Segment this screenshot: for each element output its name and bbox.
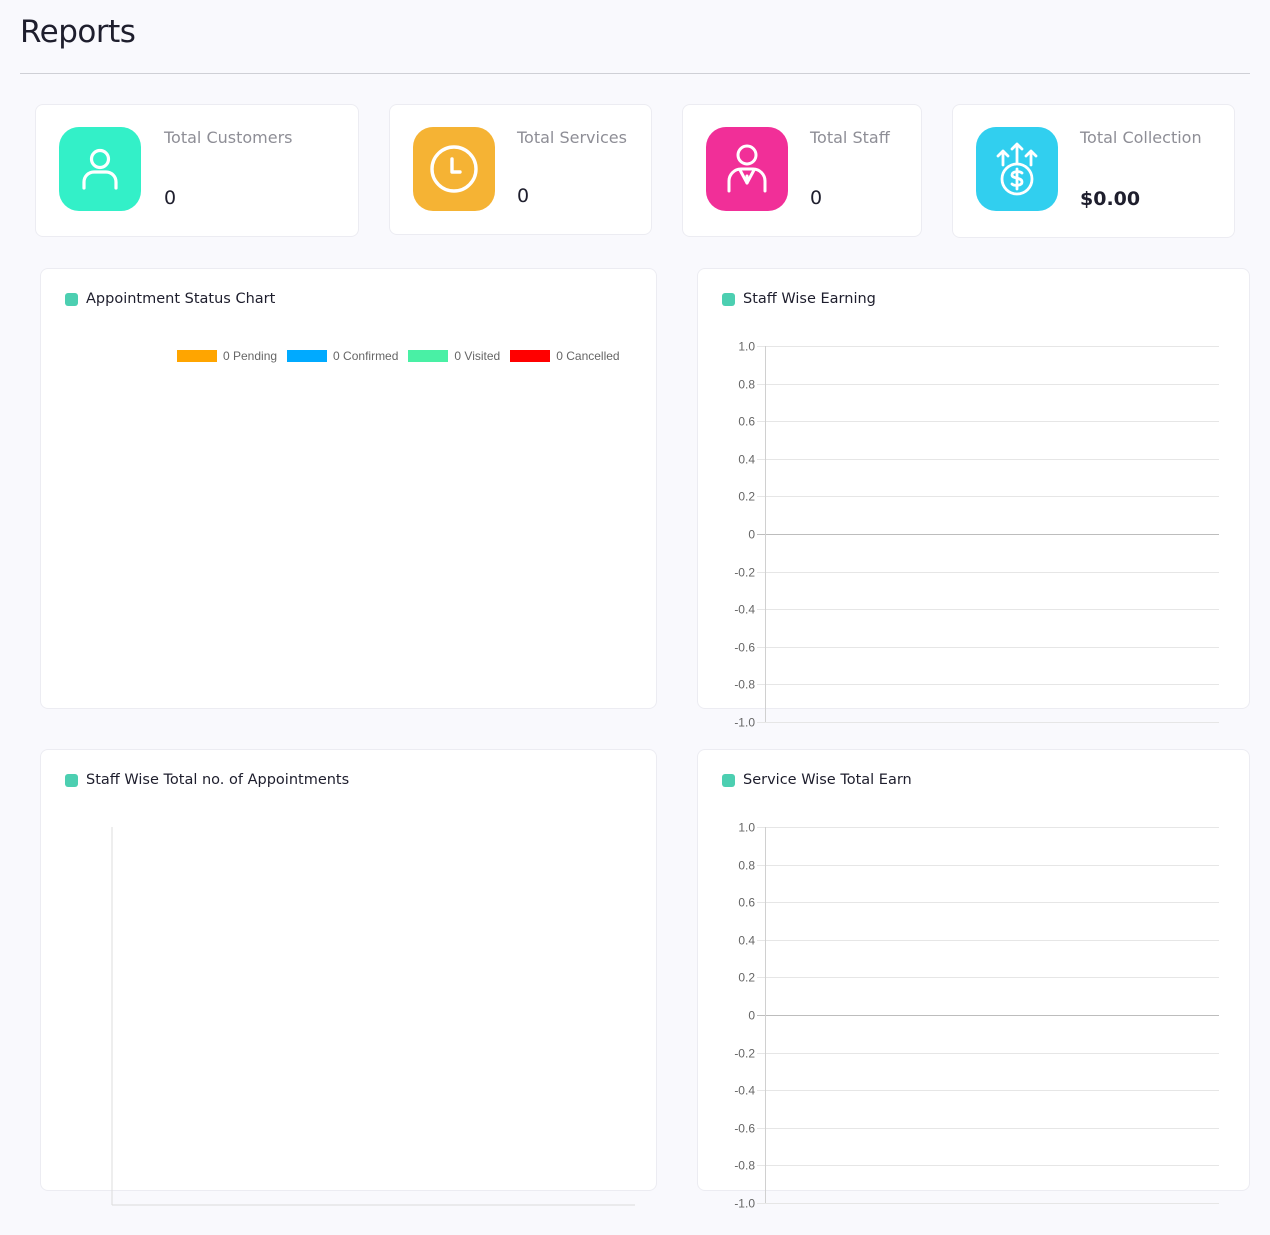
legend-swatch — [287, 350, 328, 362]
y-tick-label: 0.4 — [738, 453, 755, 467]
y-tick-label: 0.8 — [738, 859, 755, 873]
panel-title: Appointment Status Chart — [65, 291, 275, 307]
y-tick-label: -0.6 — [734, 641, 755, 655]
stat-card-collection: Total Collection $0.00 — [952, 104, 1235, 238]
legend-swatch — [408, 350, 449, 362]
service-earn-chart: 1.0 0.8 0.6 0.4 0.2 0 -0.2 -0.4 -0.6 -0.8 -1.0 — [734, 821, 1219, 1211]
y-tick-label: 1.0 — [738, 821, 755, 835]
staff-earning-panel: Staff Wise Earning 1.0 0.8 0.6 0.4 0.2 0 -0.2-… — [697, 268, 1250, 730]
stat-card-services: Total Services 0 — [389, 104, 652, 235]
staff-appointments-chart — [111, 827, 635, 1206]
title-divider — [20, 73, 1250, 74]
y-tick-label: 0 — [748, 528, 755, 542]
stat-label: Total Staff — [810, 128, 890, 147]
stat-label: Total Customers — [164, 128, 293, 147]
page-title: Reports — [20, 14, 136, 50]
y-tick-label: -0.8 — [734, 1159, 755, 1173]
legend-item-confirmed[interactable]: 0 Confirmed — [287, 349, 398, 363]
staff-earning-chart: 1.0 0.8 0.6 0.4 0.2 0 -0.2 -0.4 -0.6 -0.8 -1.0 — [734, 340, 1219, 730]
stat-card-customers: Total Customers 0 — [35, 104, 359, 237]
legend-label: 0 Visited — [454, 349, 501, 363]
y-tick-label: -1.0 — [734, 716, 755, 730]
legend-item-pending[interactable]: 0 Pending — [177, 349, 277, 363]
chart-legend: 0 Pending 0 Confirmed 0 Visited 0 Cancel… — [177, 349, 630, 363]
y-tick-label: -1.0 — [734, 1197, 755, 1211]
legend-swatch — [510, 350, 551, 362]
y-tick-label: 0.8 — [738, 378, 755, 392]
legend-label: 0 Pending — [223, 349, 278, 363]
y-tick-label: -0.6 — [734, 1122, 755, 1136]
stat-value: 0 — [164, 187, 177, 209]
panel-marker — [65, 292, 78, 306]
y-tick-label: 0.6 — [738, 896, 755, 910]
stat-value: 0 — [810, 187, 823, 209]
service-earn-panel: Service Wise Total Earn 1.0 0.8 0.6 0.4 0.2 0… — [697, 749, 1250, 1211]
legend-item-visited[interactable]: 0 Visited — [408, 349, 500, 363]
staff-icon — [706, 127, 788, 211]
y-tick-label: 0.2 — [738, 490, 755, 504]
appointment-status-panel: Appointment Status Chart 0 Pending 0 Con… — [40, 268, 657, 709]
y-tick-label: 0.4 — [738, 934, 755, 948]
clock-icon — [413, 127, 495, 211]
panel-title-text: Appointment Status Chart — [86, 291, 276, 307]
y-tick-label: -0.4 — [734, 1084, 755, 1098]
y-tick-label: -0.2 — [734, 566, 755, 580]
y-tick-label: 0 — [748, 1009, 755, 1023]
stat-value: 0 — [517, 185, 530, 207]
legend-label: 0 Cancelled — [556, 349, 620, 363]
y-tick-label: -0.2 — [734, 1047, 755, 1061]
stat-label: Total Services — [517, 128, 627, 147]
stat-value: $0.00 — [1080, 188, 1141, 210]
legend-item-cancelled[interactable]: 0 Cancelled — [510, 349, 620, 363]
y-tick-label: -0.4 — [734, 603, 755, 617]
y-tick-label: 0.6 — [738, 415, 755, 429]
stat-label: Total Collection — [1080, 128, 1202, 147]
y-tick-label: 1.0 — [738, 340, 755, 354]
money-growth-icon — [976, 127, 1058, 211]
user-icon — [59, 127, 141, 211]
y-tick-label: -0.8 — [734, 678, 755, 692]
legend-label: 0 Confirmed — [333, 349, 399, 363]
y-tick-label: 0.2 — [738, 971, 755, 985]
stat-card-staff: Total Staff 0 — [682, 104, 922, 237]
legend-swatch — [177, 350, 217, 362]
staff-appointments-panel: Staff Wise Total no. of Appointments — [40, 749, 657, 1206]
